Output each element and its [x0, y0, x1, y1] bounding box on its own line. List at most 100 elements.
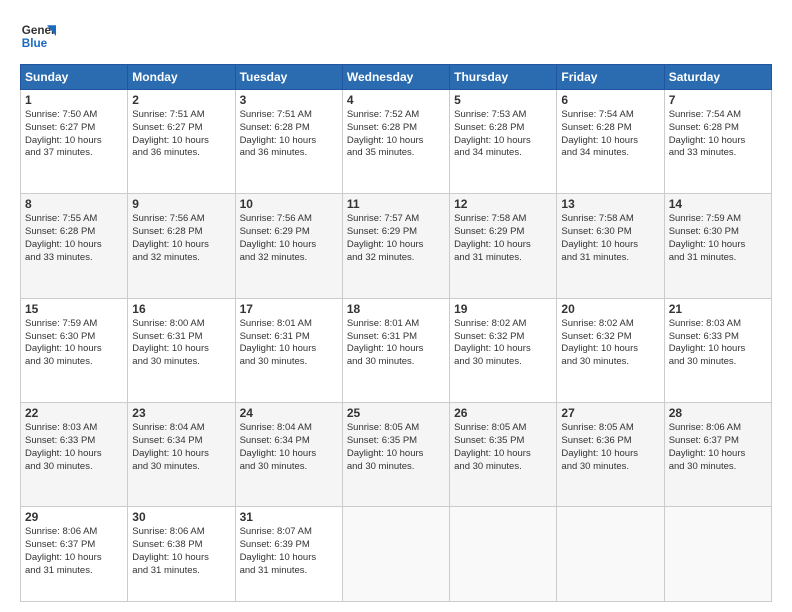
calendar-week-1: 1Sunrise: 7:50 AMSunset: 6:27 PMDaylight… — [21, 90, 772, 194]
calendar-cell — [450, 507, 557, 602]
day-info: Sunset: 6:33 PM — [669, 331, 767, 344]
calendar-week-3: 15Sunrise: 7:59 AMSunset: 6:30 PMDayligh… — [21, 298, 772, 402]
day-number: 15 — [25, 302, 123, 316]
calendar-cell: 19Sunrise: 8:02 AMSunset: 6:32 PMDayligh… — [450, 298, 557, 402]
day-info: Sunrise: 7:56 AM — [132, 213, 230, 226]
day-info: and 30 minutes. — [454, 356, 552, 369]
day-header-wednesday: Wednesday — [342, 65, 449, 90]
calendar-cell: 15Sunrise: 7:59 AMSunset: 6:30 PMDayligh… — [21, 298, 128, 402]
calendar-week-4: 22 Sunrise: 8:03 AMSunset: 6:33 PM Dayligh… — [21, 403, 772, 507]
day-info: and 30 minutes. — [240, 356, 338, 369]
calendar-cell: 3Sunrise: 7:51 AMSunset: 6:28 PMDaylight… — [235, 90, 342, 194]
day-info: Sunset: 6:36 PM — [561, 435, 659, 448]
calendar-cell: 28Sunrise: 8:06 AMSunset: 6:37 PMDayligh… — [664, 403, 771, 507]
day-info: Daylight: 10 hours — [561, 343, 659, 356]
day-number: 21 — [669, 302, 767, 316]
day-info: Sunset: 6:28 PM — [669, 122, 767, 135]
day-info: Sunset: 6:35 PM — [347, 435, 445, 448]
day-number: 1 — [25, 93, 123, 107]
day-header-saturday: Saturday — [664, 65, 771, 90]
day-number: 27 — [561, 406, 659, 420]
calendar-cell: 14Sunrise: 7:59 AMSunset: 6:30 PMDayligh… — [664, 194, 771, 298]
day-info: and 30 minutes. — [561, 461, 659, 474]
day-info: Sunrise: 8:02 AM — [454, 318, 552, 331]
day-info: Sunset: 6:28 PM — [454, 122, 552, 135]
day-info: and 31 minutes. — [561, 252, 659, 265]
day-info: Sunset: 6:29 PM — [240, 226, 338, 239]
day-info: Daylight: 10 hours — [347, 239, 445, 252]
day-info: and 35 minutes. — [347, 147, 445, 160]
day-info: and 30 minutes. — [132, 461, 230, 474]
calendar-cell: 9Sunrise: 7:56 AMSunset: 6:28 PMDaylight… — [128, 194, 235, 298]
day-info: Sunrise: 8:02 AM — [561, 318, 659, 331]
day-info: and 31 minutes. — [240, 565, 338, 578]
day-info: and 30 minutes. — [561, 356, 659, 369]
day-number: 9 — [132, 197, 230, 211]
day-info: Sunset: 6:30 PM — [25, 331, 123, 344]
day-info: and 30 minutes. — [25, 461, 123, 474]
day-number: 31 — [240, 510, 338, 524]
day-info: Sunrise: 8:05 AM — [347, 422, 445, 435]
day-info: and 31 minutes. — [454, 252, 552, 265]
page: General Blue SundayMondayTuesdayWednesda… — [0, 0, 792, 612]
day-number: 14 — [669, 197, 767, 211]
day-info: and 36 minutes. — [240, 147, 338, 160]
day-info: Daylight: 10 hours — [347, 135, 445, 148]
day-number: 25 — [347, 406, 445, 420]
day-info: Daylight: 10 hours — [132, 135, 230, 148]
day-number: 22 — [25, 406, 123, 420]
day-info: Daylight: 10 hours — [561, 135, 659, 148]
day-info: Sunrise: 7:52 AM — [347, 109, 445, 122]
day-info: Daylight: 10 hours — [240, 239, 338, 252]
calendar-cell: 24Sunrise: 8:04 AMSunset: 6:34 PMDayligh… — [235, 403, 342, 507]
calendar-header-row: SundayMondayTuesdayWednesdayThursdayFrid… — [21, 65, 772, 90]
day-info: and 33 minutes. — [669, 147, 767, 160]
day-info: Sunset: 6:32 PM — [454, 331, 552, 344]
day-number: 4 — [347, 93, 445, 107]
day-info: Daylight: 10 hours — [132, 343, 230, 356]
day-info: Sunrise: 8:06 AM — [25, 526, 123, 539]
day-info: and 30 minutes. — [347, 356, 445, 369]
day-info: and 31 minutes. — [25, 565, 123, 578]
day-info: Sunrise: 8:05 AM — [454, 422, 552, 435]
day-info: Sunrise: 8:00 AM — [132, 318, 230, 331]
day-info: Sunrise: 7:57 AM — [347, 213, 445, 226]
day-info: Sunrise: 8:03 AM — [25, 422, 123, 435]
day-info: Sunrise: 7:51 AM — [240, 109, 338, 122]
day-info: Daylight: 10 hours — [561, 448, 659, 461]
day-number: 12 — [454, 197, 552, 211]
day-number: 23 — [132, 406, 230, 420]
day-info: Sunrise: 7:58 AM — [561, 213, 659, 226]
calendar-cell: 31Sunrise: 8:07 AMSunset: 6:39 PMDayligh… — [235, 507, 342, 602]
day-info: Daylight: 10 hours — [454, 448, 552, 461]
calendar-cell: 27Sunrise: 8:05 AMSunset: 6:36 PMDayligh… — [557, 403, 664, 507]
day-info: Sunset: 6:32 PM — [561, 331, 659, 344]
day-info: and 32 minutes. — [240, 252, 338, 265]
day-info: Sunset: 6:30 PM — [669, 226, 767, 239]
day-info: Sunset: 6:38 PM — [132, 539, 230, 552]
day-header-tuesday: Tuesday — [235, 65, 342, 90]
day-info: Sunset: 6:33 PM — [25, 435, 123, 448]
day-header-thursday: Thursday — [450, 65, 557, 90]
logo-icon: General Blue — [20, 18, 56, 54]
calendar-cell: 2Sunrise: 7:51 AMSunset: 6:27 PMDaylight… — [128, 90, 235, 194]
day-info: Daylight: 10 hours — [240, 135, 338, 148]
calendar-cell: 6Sunrise: 7:54 AMSunset: 6:28 PMDaylight… — [557, 90, 664, 194]
calendar-cell: 16Sunrise: 8:00 AMSunset: 6:31 PMDayligh… — [128, 298, 235, 402]
day-number: 20 — [561, 302, 659, 316]
day-info: Sunset: 6:28 PM — [347, 122, 445, 135]
day-info: Sunset: 6:28 PM — [132, 226, 230, 239]
header: General Blue — [20, 18, 772, 54]
day-info: Sunset: 6:35 PM — [454, 435, 552, 448]
calendar-cell: 22Sunrise: 8:03 AMSunset: 6:33 PMDayligh… — [21, 403, 128, 507]
day-info: Daylight: 10 hours — [669, 135, 767, 148]
day-info: and 31 minutes. — [669, 252, 767, 265]
day-info: Sunrise: 7:59 AM — [669, 213, 767, 226]
day-info: Sunset: 6:34 PM — [240, 435, 338, 448]
day-info: Sunrise: 7:50 AM — [25, 109, 123, 122]
day-info: Sunrise: 8:03 AM — [669, 318, 767, 331]
day-info: Daylight: 10 hours — [669, 448, 767, 461]
day-info: and 37 minutes. — [25, 147, 123, 160]
day-info: and 30 minutes. — [669, 461, 767, 474]
calendar-cell: 5Sunrise: 7:53 AMSunset: 6:28 PMDaylight… — [450, 90, 557, 194]
